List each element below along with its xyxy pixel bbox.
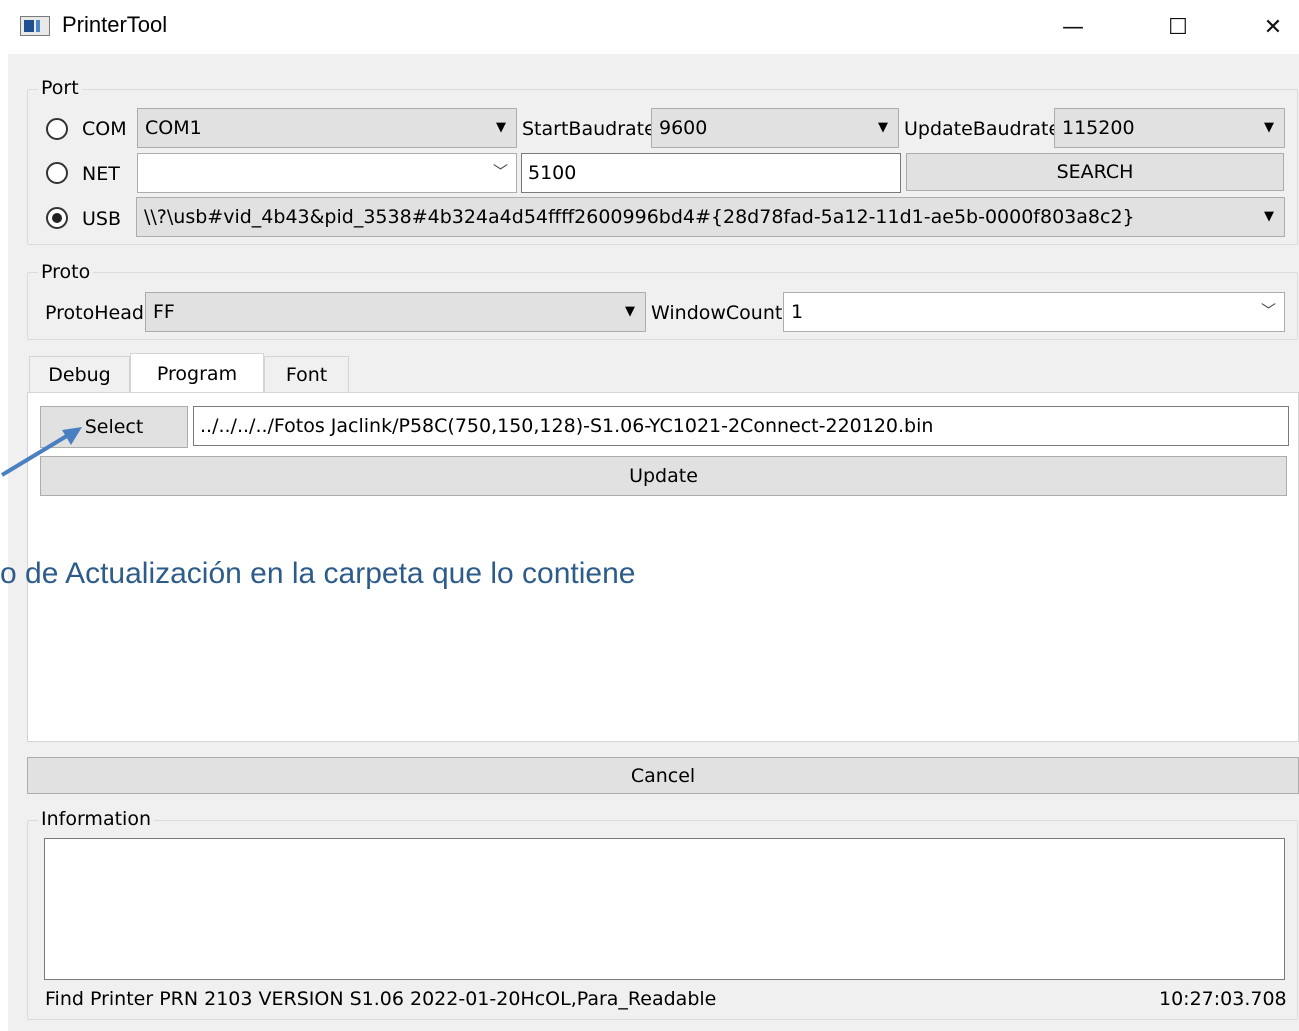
com-label: COM: [82, 118, 127, 140]
update-baudrate-select[interactable]: 115200 ▼: [1054, 108, 1285, 148]
window-title: PrinterTool: [62, 12, 168, 37]
proto-head-value: FF: [153, 301, 175, 323]
proto-head-label: ProtoHead: [45, 302, 144, 324]
dropdown-arrow-icon: ▼: [1264, 208, 1274, 224]
net-address-combo[interactable]: ﹀: [137, 153, 517, 193]
annotation-arrow: [0, 427, 82, 477]
start-baudrate-select[interactable]: 9600 ▼: [651, 108, 899, 148]
search-button[interactable]: SEARCH: [906, 153, 1284, 191]
window-count-label: WindowCount: [651, 302, 783, 324]
usb-radio[interactable]: [46, 207, 68, 229]
tab-font[interactable]: Font: [264, 356, 349, 393]
file-path-input[interactable]: ../../../../Fotos Jaclink/P58C(750,150,1…: [193, 406, 1289, 446]
usb-label: USB: [82, 208, 122, 230]
cancel-button[interactable]: Cancel: [27, 757, 1299, 794]
update-baudrate-value: 115200: [1062, 117, 1135, 139]
com-port-select[interactable]: COM1 ▼: [137, 108, 517, 148]
dropdown-arrow-icon: ▼: [1264, 119, 1274, 135]
port-legend: Port: [38, 77, 82, 99]
file-path-value: ../../../../Fotos Jaclink/P58C(750,150,1…: [200, 415, 934, 437]
window-count-value: 1: [791, 301, 804, 323]
proto-legend: Proto: [38, 261, 94, 283]
tab-debug[interactable]: Debug: [29, 356, 130, 393]
maximize-button[interactable]: ☐: [1143, 0, 1213, 54]
chevron-down-icon: ﹀: [1260, 301, 1276, 320]
com-radio[interactable]: [46, 118, 68, 140]
tab-program[interactable]: Program: [130, 353, 264, 394]
title-bar: PrinterTool — ☐ ✕: [0, 0, 1299, 54]
net-radio[interactable]: [46, 162, 68, 184]
usb-device-select[interactable]: \\?\usb#vid_4b43&pid_3538#4b324a4d54ffff…: [136, 197, 1285, 237]
annotation-text: o de Actualización en la carpeta que lo …: [0, 557, 636, 590]
com-port-value: COM1: [145, 117, 202, 139]
dropdown-arrow-icon: ▼: [878, 119, 888, 135]
minimize-button[interactable]: —: [1038, 0, 1108, 54]
start-baudrate-label: StartBaudrate: [522, 118, 656, 140]
update-baudrate-label: UpdateBaudrate: [904, 118, 1061, 140]
net-port-input[interactable]: 5100: [521, 153, 901, 193]
status-timestamp: 10:27:03.708: [1159, 988, 1287, 1010]
window-count-combo[interactable]: 1 ﹀: [783, 292, 1285, 332]
close-button[interactable]: ✕: [1238, 0, 1299, 54]
usb-device-value: \\?\usb#vid_4b43&pid_3538#4b324a4d54ffff…: [144, 206, 1135, 228]
start-baudrate-value: 9600: [659, 117, 708, 139]
information-legend: Information: [38, 808, 154, 830]
dropdown-arrow-icon: ▼: [625, 303, 635, 319]
status-text: Find Printer PRN 2103 VERSION S1.06 2022…: [45, 988, 717, 1010]
net-port-value: 5100: [528, 162, 577, 184]
information-log[interactable]: [44, 838, 1285, 980]
app-icon: [20, 16, 50, 36]
proto-head-select[interactable]: FF ▼: [145, 292, 646, 332]
net-label: NET: [82, 163, 120, 185]
chevron-down-icon: ﹀: [492, 162, 508, 181]
dropdown-arrow-icon: ▼: [496, 119, 506, 135]
update-button[interactable]: Update: [40, 456, 1287, 496]
